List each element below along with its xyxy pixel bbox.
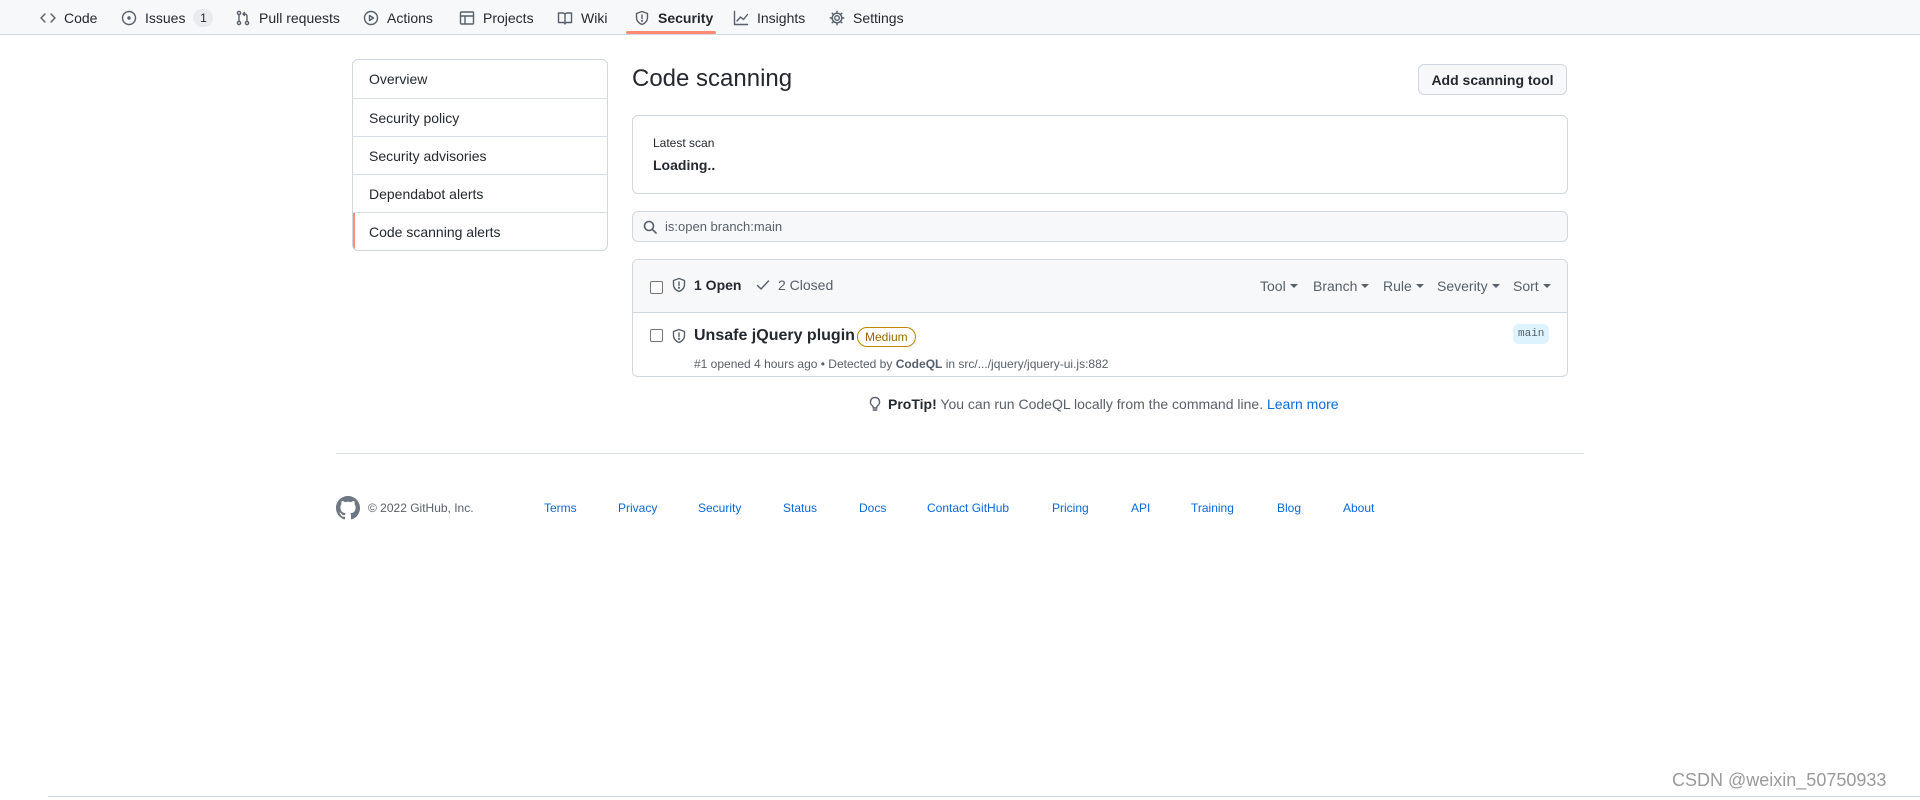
- book-icon: [557, 11, 573, 25]
- footer-link-about[interactable]: About: [1343, 501, 1374, 515]
- caret-down-icon: [1361, 284, 1370, 288]
- check-icon: [756, 280, 770, 290]
- shield-icon: [672, 277, 686, 293]
- filter-label: Sort: [1513, 278, 1539, 294]
- closed-filter[interactable]: 2 Closed: [755, 277, 833, 293]
- watermark: CSDN @weixin_50750933: [1672, 770, 1887, 790]
- tab-issues[interactable]: Issues 1: [121, 0, 214, 35]
- tab-projects[interactable]: Projects: [459, 0, 534, 35]
- pull-request-icon: [236, 10, 250, 25]
- learn-more-link[interactable]: Learn more: [1267, 396, 1339, 412]
- footer-link-terms[interactable]: Terms: [544, 501, 577, 515]
- tab-actions[interactable]: Actions: [363, 0, 433, 35]
- branch-filter-dropdown[interactable]: Branch: [1313, 278, 1370, 294]
- shield-icon: [635, 10, 649, 25]
- security-sidebar: Overview Security policy Security adviso…: [352, 59, 608, 251]
- bottom-divider: [48, 796, 1920, 797]
- footer-link-privacy[interactable]: Privacy: [618, 501, 657, 515]
- footer-link-api[interactable]: API: [1131, 501, 1150, 515]
- filter-label: Tool: [1260, 278, 1286, 294]
- protip: ProTip! You can run CodeQL locally from …: [868, 396, 1339, 412]
- tab-wiki[interactable]: Wiki: [557, 0, 607, 35]
- latest-scan-box: Latest scan Loading..: [632, 115, 1568, 194]
- tab-security[interactable]: Security: [634, 0, 713, 35]
- protip-label: ProTip!: [888, 396, 937, 412]
- alert-row: Unsafe jQuery plugin Medium #1 opened 4 …: [633, 313, 1567, 376]
- play-icon: [363, 10, 379, 25]
- tool-filter-dropdown[interactable]: Tool: [1260, 278, 1298, 294]
- footer-link-training[interactable]: Training: [1191, 501, 1234, 515]
- tab-label: Pull requests: [259, 9, 340, 26]
- footer-copyright: © 2022 GitHub, Inc.: [368, 501, 474, 515]
- tab-label: Security: [658, 9, 714, 26]
- shield-icon: [672, 328, 686, 344]
- repo-nav: Code Issues 1 Pull requests Actions Proj…: [0, 0, 1920, 35]
- severity-filter-dropdown[interactable]: Severity: [1437, 278, 1500, 294]
- alert-tool: CodeQL: [895, 357, 943, 371]
- footer-link-contact-github[interactable]: Contact GitHub: [927, 501, 1009, 515]
- alert-checkbox[interactable]: [650, 329, 663, 342]
- caret-down-icon: [1289, 284, 1298, 288]
- alerts-search: [632, 211, 1568, 242]
- github-logo-icon[interactable]: [336, 496, 360, 520]
- issues-counter: 1: [193, 8, 214, 27]
- alert-title-link[interactable]: Unsafe jQuery plugin: [694, 327, 855, 345]
- alert-meta: #1 opened 4 hours ago • Detected by Code…: [694, 357, 1108, 371]
- tab-label: Settings: [853, 9, 904, 26]
- open-count-label: 1 Open: [694, 277, 742, 293]
- select-all-checkbox[interactable]: [650, 281, 663, 294]
- light-bulb-icon: [869, 396, 881, 411]
- page-title: Code scanning: [632, 65, 793, 92]
- graph-icon: [733, 10, 749, 25]
- caret-down-icon: [1415, 284, 1424, 288]
- tab-label: Wiki: [581, 9, 608, 26]
- closed-count-label: 2 Closed: [778, 277, 834, 293]
- sidebar-item-dependabot-alerts[interactable]: Dependabot alerts: [353, 174, 607, 212]
- footer-link-status[interactable]: Status: [783, 501, 817, 515]
- latest-scan-label: Latest scan: [653, 136, 715, 150]
- selected-tab-underline: [626, 31, 716, 34]
- tab-label: Issues: [145, 9, 186, 26]
- tab-code[interactable]: Code: [40, 0, 97, 35]
- rule-filter-dropdown[interactable]: Rule: [1383, 278, 1424, 294]
- sidebar-item-security-policy[interactable]: Security policy: [353, 98, 607, 136]
- tab-label: Code: [64, 9, 98, 26]
- caret-down-icon: [1491, 284, 1500, 288]
- alerts-list: 1 Open 2 Closed Tool Branch Rule Severit…: [632, 259, 1568, 377]
- filter-label: Rule: [1383, 278, 1412, 294]
- tab-pull-requests[interactable]: Pull requests: [235, 0, 340, 35]
- caret-down-icon: [1542, 284, 1551, 288]
- filter-label: Branch: [1313, 278, 1358, 294]
- branch-tag[interactable]: main: [1513, 324, 1550, 344]
- open-filter[interactable]: 1 Open: [671, 277, 741, 293]
- search-input[interactable]: [665, 212, 1545, 241]
- filter-label: Severity: [1437, 278, 1488, 294]
- severity-badge: Medium: [857, 327, 916, 347]
- gear-icon: [829, 10, 845, 25]
- code-icon: [40, 12, 56, 23]
- sidebar-item-security-advisories[interactable]: Security advisories: [353, 136, 607, 174]
- latest-scan-value: Loading..: [653, 157, 716, 173]
- sidebar-item-overview[interactable]: Overview: [353, 60, 607, 98]
- footer-link-docs[interactable]: Docs: [859, 501, 886, 515]
- table-icon: [459, 10, 475, 25]
- tab-label: Insights: [757, 9, 806, 26]
- sidebar-item-code-scanning-alerts[interactable]: Code scanning alerts: [353, 212, 607, 250]
- search-icon: [643, 220, 657, 234]
- footer-link-pricing[interactable]: Pricing: [1052, 501, 1089, 515]
- footer-divider: [336, 453, 1584, 454]
- alerts-list-header: 1 Open 2 Closed Tool Branch Rule Severit…: [633, 260, 1567, 313]
- tab-settings[interactable]: Settings: [829, 0, 904, 35]
- tab-insights[interactable]: Insights: [733, 0, 805, 35]
- alert-meta-prefix: #1 opened 4 hours ago • Detected by: [694, 357, 896, 371]
- alert-meta-suffix: in src/.../jquery/jquery-ui.js:882: [942, 357, 1109, 371]
- tab-label: Actions: [387, 9, 433, 26]
- sort-dropdown[interactable]: Sort: [1513, 278, 1551, 294]
- issue-icon: [121, 10, 137, 25]
- footer-link-security[interactable]: Security: [698, 501, 741, 515]
- footer-link-blog[interactable]: Blog: [1277, 501, 1301, 515]
- protip-text: You can run CodeQL locally from the comm…: [936, 396, 1267, 412]
- tab-label: Projects: [483, 9, 534, 26]
- add-scanning-tool-button[interactable]: Add scanning tool: [1418, 64, 1567, 95]
